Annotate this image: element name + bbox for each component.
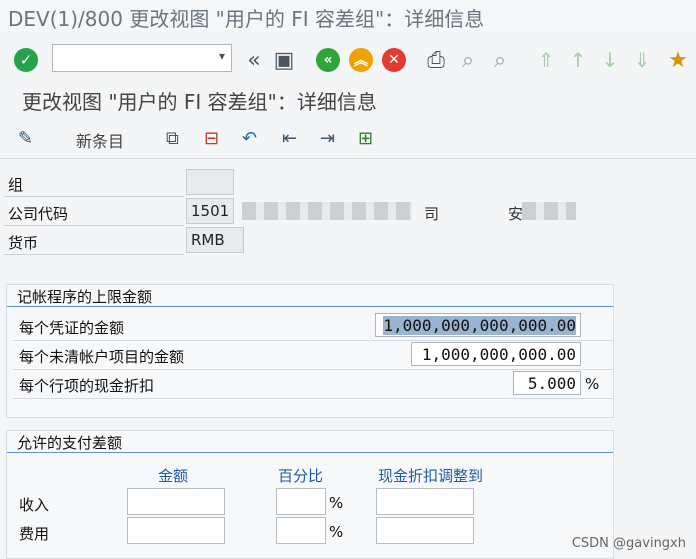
currency-label: 货币 xyxy=(8,234,39,252)
column-header-amount: 金额 xyxy=(158,467,189,485)
print-button[interactable]: ⎙ xyxy=(422,46,450,74)
divider xyxy=(4,254,184,255)
layout-icon: ★ xyxy=(668,47,688,73)
group-field[interactable] xyxy=(186,169,234,195)
column-header-percent: 百分比 xyxy=(278,467,324,485)
group-label: 组 xyxy=(8,176,24,194)
limit-row: 每个行项的现金折扣 5.000 % xyxy=(13,371,613,399)
column-header-cash-discount: 现金折扣调整到 xyxy=(378,467,484,485)
application-toolbar: ✎ 新条目 ⧉ ⊟ ↶ ⇤ ⇥ ⊞ xyxy=(0,122,696,156)
divider xyxy=(4,225,184,226)
amount-per-open-item-field[interactable]: 1,000,000,000.00 xyxy=(411,342,581,366)
percent-sign: % xyxy=(329,523,344,541)
previous-page-button[interactable]: ↑ xyxy=(564,46,592,74)
revenue-label: 收入 xyxy=(19,496,50,514)
back-button[interactable]: « xyxy=(314,46,342,74)
last-page-button[interactable]: ⇓ xyxy=(628,46,656,74)
standard-toolbar: ✓ ▾ « ▣ « ︽ ✕ ⎙ ⌕ ⌕ ⇑ ↑ ↓ ⇓ ★ xyxy=(0,40,696,80)
previous-page-icon: ↑ xyxy=(569,48,587,72)
payment-differences-group: 允许的支付差额 金额 百分比 现金折扣调整到 收入 % 费用 % xyxy=(6,430,614,559)
group-title: 记帐程序的上限金额 xyxy=(17,288,153,306)
copy-icon[interactable]: ⧉ xyxy=(166,128,179,149)
chevron-down-icon[interactable]: ▾ xyxy=(219,49,225,63)
last-page-icon: ⇓ xyxy=(633,48,651,72)
revenue-percent-field[interactable] xyxy=(276,488,326,515)
save-button[interactable]: ▣ xyxy=(270,46,298,74)
next-entry-icon[interactable]: ⇥ xyxy=(320,128,335,149)
cancel-button[interactable]: ✕ xyxy=(380,46,408,74)
redacted-company-name xyxy=(242,202,412,220)
divider xyxy=(4,196,184,197)
first-page-icon: ⇑ xyxy=(537,48,555,72)
limit-row: 每个凭证的金额 1,000,000,000,000.00 xyxy=(13,313,613,341)
exit-icon: ︽ xyxy=(349,48,373,72)
limit-label: 每个凭证的金额 xyxy=(19,319,125,337)
expense-label: 费用 xyxy=(19,525,50,543)
redacted-city xyxy=(522,202,576,220)
revenue-discount-field[interactable] xyxy=(376,488,474,515)
find-button[interactable]: ⌕ xyxy=(454,46,482,74)
find-next-button[interactable]: ⌕ xyxy=(486,46,514,74)
company-code-label: 公司代码 xyxy=(8,205,69,223)
percent-sign: % xyxy=(329,494,344,512)
save-icon: ▣ xyxy=(273,47,295,73)
command-field[interactable]: ▾ xyxy=(52,44,232,72)
find-icon: ⌕ xyxy=(461,47,475,73)
next-page-icon: ↓ xyxy=(601,48,619,72)
limit-label: 每个行项的现金折扣 xyxy=(19,377,155,395)
percent-sign: % xyxy=(585,375,600,393)
enter-button[interactable]: ✓ xyxy=(12,46,40,74)
window-title: DEV(1)/800 更改视图 "用户的 FI 容差组"：详细信息 xyxy=(8,7,485,31)
cash-discount-field[interactable]: 5.000 xyxy=(513,371,581,395)
group-title: 允许的支付差额 xyxy=(17,434,123,452)
find-next-icon: ⌕ xyxy=(493,47,507,73)
print-icon: ⎙ xyxy=(427,47,445,73)
expense-percent-field[interactable] xyxy=(276,517,326,544)
group-header: 允许的支付差额 xyxy=(7,431,613,453)
back-double-icon: « xyxy=(247,47,261,73)
company-name-text: 司 xyxy=(424,205,440,223)
back-icon: « xyxy=(316,48,340,72)
layout-button[interactable]: ★ xyxy=(664,46,692,74)
undo-icon[interactable]: ↶ xyxy=(242,128,257,149)
posting-limits-group: 记帐程序的上限金额 每个凭证的金额 1,000,000,000,000.00 每… xyxy=(6,284,614,418)
company-code-field[interactable]: 1501 xyxy=(186,198,234,224)
expense-amount-field[interactable] xyxy=(127,517,225,544)
limit-label: 每个未清帐户项目的金额 xyxy=(19,348,185,366)
city-text: 安 xyxy=(508,205,524,223)
delete-icon[interactable]: ⊟ xyxy=(204,128,219,149)
next-page-button[interactable]: ↓ xyxy=(596,46,624,74)
group-header: 记帐程序的上限金额 xyxy=(7,285,613,307)
back-double-button[interactable]: « xyxy=(240,46,268,74)
watermark-text: CSDN @gavingxh xyxy=(571,536,686,551)
cancel-icon: ✕ xyxy=(382,48,406,72)
title-bar: DEV(1)/800 更改视图 "用户的 FI 容差组"：详细信息 xyxy=(0,0,696,32)
exit-button[interactable]: ︽ xyxy=(347,46,375,74)
limit-row: 每个未清帐户项目的金额 1,000,000,000.00 xyxy=(13,342,613,370)
first-page-button[interactable]: ⇑ xyxy=(532,46,560,74)
previous-entry-icon[interactable]: ⇤ xyxy=(282,128,297,149)
currency-field[interactable]: RMB xyxy=(186,227,244,253)
select-block-icon[interactable]: ⊞ xyxy=(358,128,373,149)
expense-discount-field[interactable] xyxy=(376,517,474,544)
new-entries-button[interactable]: 新条目 xyxy=(76,128,124,152)
screen-title: 更改视图 "用户的 FI 容差组"：详细信息 xyxy=(22,90,377,114)
divider xyxy=(0,158,696,159)
amount-per-document-field[interactable]: 1,000,000,000,000.00 xyxy=(375,313,581,337)
display-change-icon[interactable]: ✎ xyxy=(18,128,33,149)
revenue-amount-field[interactable] xyxy=(127,488,225,515)
check-icon: ✓ xyxy=(14,48,38,72)
field-value: 1,000,000,000,000.00 xyxy=(383,316,576,335)
